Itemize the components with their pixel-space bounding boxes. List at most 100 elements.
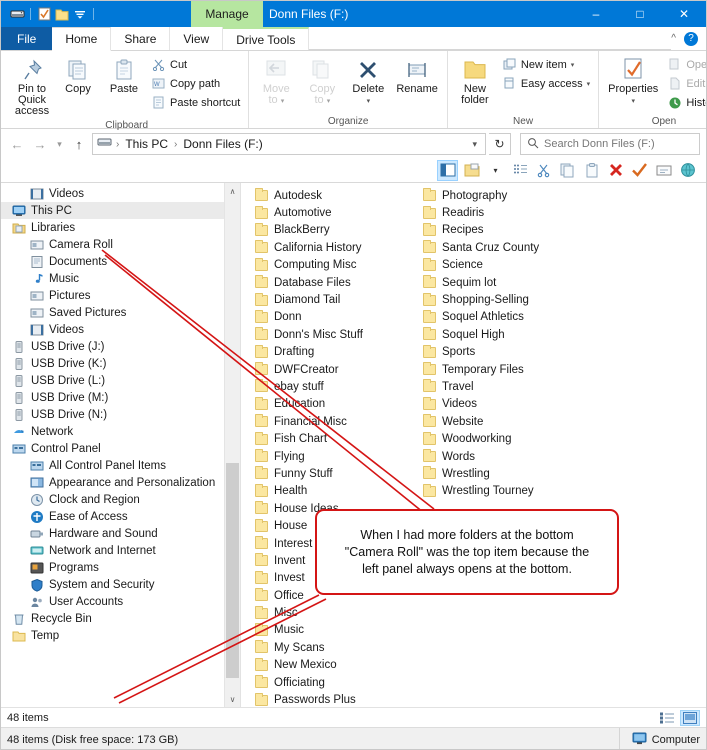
nav-item-usb-drive-n[interactable]: USB Drive (N:) <box>1 406 240 423</box>
drive-icon[interactable] <box>9 6 25 22</box>
file-list-item[interactable]: Health <box>247 483 415 500</box>
nav-item-camera-roll[interactable]: Camera Roll <box>1 236 240 253</box>
navigation-pane-scrollbar[interactable]: ∧ ∨ <box>224 183 240 707</box>
layout-dropdown-icon[interactable] <box>461 160 482 181</box>
copy-path-button[interactable]: W Copy path <box>148 74 243 93</box>
refresh-button[interactable]: ↻ <box>489 133 511 155</box>
breadcrumb-donn-files[interactable]: Donn Files (F:) <box>181 137 264 151</box>
copy-button[interactable]: Copy <box>56 54 100 97</box>
up-arrow-icon[interactable]: ↑ <box>69 134 89 154</box>
cut-button[interactable]: Cut <box>148 55 243 74</box>
nav-item-hardware-and-sound[interactable]: Hardware and Sound <box>1 525 240 542</box>
nav-item-all-control-panel-items[interactable]: All Control Panel Items <box>1 457 240 474</box>
file-list-item[interactable]: Santa Cruz County <box>415 239 583 256</box>
nav-item-usb-drive-l[interactable]: USB Drive (L:) <box>1 372 240 389</box>
nav-item-programs[interactable]: Programs <box>1 559 240 576</box>
move-to-button[interactable]: Move to ▾ <box>254 54 298 109</box>
nav-item-clock-and-region[interactable]: Clock and Region <box>1 491 240 508</box>
copy-to-button[interactable]: Copy to ▾ <box>300 54 344 109</box>
breadcrumb-this-pc[interactable]: This PC <box>123 137 170 151</box>
globe-icon[interactable] <box>677 160 698 181</box>
file-list-item[interactable]: Automotive <box>247 204 415 221</box>
nav-item-libraries[interactable]: Libraries <box>1 219 240 236</box>
chevron-down-icon[interactable]: ▾ <box>468 139 481 150</box>
edit-button[interactable]: Edit <box>664 74 706 93</box>
file-list-item[interactable]: Soquel High <box>415 326 583 343</box>
file-list-item[interactable]: Donn <box>247 309 415 326</box>
customize-dropdown-icon[interactable] <box>72 6 88 22</box>
file-list-item[interactable]: Shopping-Selling <box>415 291 583 308</box>
delete-icon[interactable] <box>605 160 626 181</box>
nav-item-music[interactable]: Music <box>1 270 240 287</box>
file-list-item[interactable]: Diamond Tail <box>247 291 415 308</box>
file-list-item[interactable]: Woodworking <box>415 430 583 447</box>
nav-item-usb-drive-m[interactable]: USB Drive (M:) <box>1 389 240 406</box>
file-list-item[interactable]: Travel <box>415 378 583 395</box>
navigation-pane-toggle-icon[interactable] <box>437 159 458 181</box>
nav-item-system-and-security[interactable]: System and Security <box>1 576 240 593</box>
file-list-item[interactable]: Education <box>247 396 415 413</box>
file-list-item[interactable]: Financial Misc <box>247 413 415 430</box>
nav-item-recycle-bin[interactable]: Recycle Bin <box>1 610 240 627</box>
paste-icon[interactable] <box>581 160 602 181</box>
file-list-item[interactable]: Autodesk <box>247 187 415 204</box>
back-arrow-icon[interactable]: ← <box>7 134 27 154</box>
minimize-button[interactable]: – <box>574 1 618 27</box>
nav-item-usb-drive-k[interactable]: USB Drive (K:) <box>1 355 240 372</box>
new-folder-button[interactable]: New folder <box>453 54 497 108</box>
large-icons-view-button[interactable] <box>680 709 700 726</box>
nav-item-videos[interactable]: Videos <box>1 321 240 338</box>
nav-item-saved-pictures[interactable]: Saved Pictures <box>1 304 240 321</box>
nav-item-videos[interactable]: Videos <box>1 185 240 202</box>
new-folder-icon[interactable] <box>54 6 70 22</box>
maximize-button[interactable]: □ <box>618 1 662 27</box>
forward-arrow-icon[interactable]: → <box>30 134 50 154</box>
nav-item-network[interactable]: Network <box>1 423 240 440</box>
file-list-item[interactable]: BlackBerry <box>247 222 415 239</box>
file-list-item[interactable]: Words <box>415 448 583 465</box>
file-list-item[interactable]: Photography <box>415 187 583 204</box>
help-icon[interactable]: ? <box>684 31 698 46</box>
file-list-item[interactable]: Sequim lot <box>415 274 583 291</box>
nav-item-ease-of-access[interactable]: Ease of Access <box>1 508 240 525</box>
scrollbar-thumb[interactable] <box>226 463 239 678</box>
file-list-item[interactable]: Fish Chart <box>247 430 415 447</box>
file-list-item[interactable]: Passwords Plus <box>247 691 415 707</box>
nav-item-control-panel[interactable]: Control Panel <box>1 440 240 457</box>
file-list-item[interactable]: Temporary Files <box>415 361 583 378</box>
open-button[interactable]: Open ▾ <box>664 55 706 74</box>
nav-item-user-accounts[interactable]: User Accounts <box>1 593 240 610</box>
tab-drive-tools[interactable]: Drive Tools <box>223 27 310 50</box>
tab-file[interactable]: File <box>1 27 53 50</box>
file-list-item[interactable]: Videos <box>415 396 583 413</box>
close-button[interactable]: ✕ <box>662 1 706 27</box>
file-list-item[interactable]: Wrestling <box>415 465 583 482</box>
pin-to-quick-access-button[interactable]: Pin to Quick access <box>10 54 54 119</box>
file-list-item[interactable]: Funny Stuff <box>247 465 415 482</box>
file-list-item[interactable]: Donn's Misc Stuff <box>247 326 415 343</box>
file-list-item[interactable]: Flying <box>247 448 415 465</box>
file-list-item[interactable]: California History <box>247 239 415 256</box>
easy-access-button[interactable]: Easy access ▾ <box>499 74 593 93</box>
new-item-button[interactable]: New item ▾ <box>499 55 593 74</box>
nav-item-this-pc[interactable]: This PC <box>1 202 240 219</box>
file-list-item[interactable]: Soquel Athletics <box>415 309 583 326</box>
nav-item-pictures[interactable]: Pictures <box>1 287 240 304</box>
paste-button[interactable]: Paste <box>102 54 146 97</box>
rename-button[interactable]: Rename <box>392 54 442 97</box>
check-icon[interactable] <box>629 160 650 181</box>
file-list-item[interactable]: Recipes <box>415 222 583 239</box>
cut-icon[interactable] <box>533 160 554 181</box>
nav-item-temp[interactable]: Temp <box>1 627 240 644</box>
tab-share[interactable]: Share <box>111 27 171 50</box>
properties-icon[interactable] <box>36 6 52 22</box>
chevron-up-icon[interactable]: ^ <box>671 33 676 44</box>
details-view-button[interactable] <box>657 710 677 726</box>
recent-locations-icon[interactable]: ▾ <box>53 134 66 154</box>
file-list-pane[interactable]: Autodesk Automotive BlackBerry California H… <box>241 183 706 707</box>
rename-icon[interactable] <box>653 160 674 181</box>
file-list-item[interactable]: Misc <box>247 604 415 621</box>
properties-button[interactable]: Properties ▾ <box>604 54 662 109</box>
contextual-tab-manage[interactable]: Manage <box>191 1 263 27</box>
file-list-item[interactable]: Sports <box>415 344 583 361</box>
